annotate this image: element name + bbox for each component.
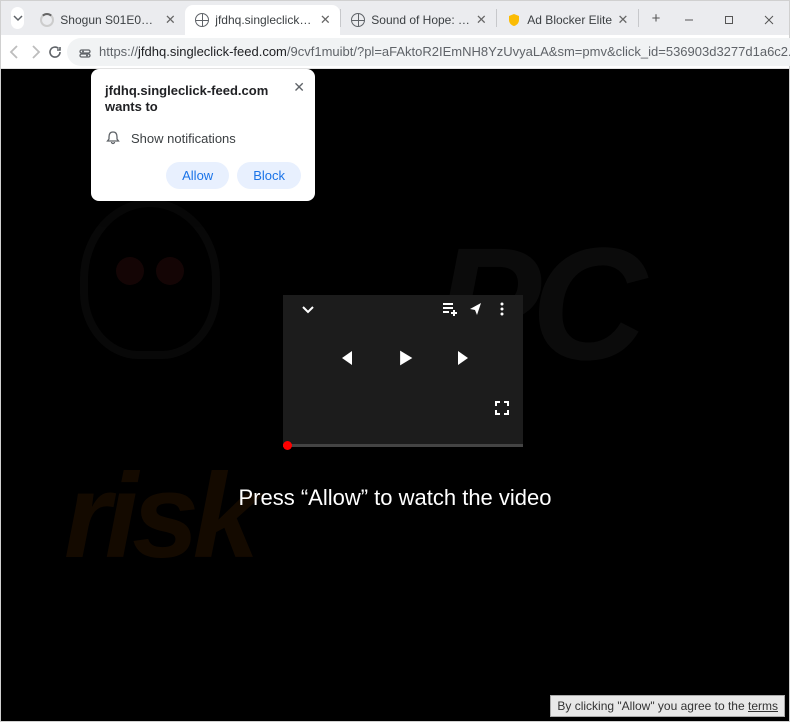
reload-button[interactable] xyxy=(47,38,63,66)
video-player xyxy=(283,295,523,445)
prompt-wants: wants to xyxy=(105,99,301,114)
address-bar[interactable]: https://jfdhq.singleclick-feed.com/9cvf1… xyxy=(67,38,790,66)
next-track-icon[interactable] xyxy=(454,347,476,369)
browser-window: Shogun S01E01.mp4 ✕ jfdhq.singleclick-fe… xyxy=(0,0,790,722)
loading-spinner-icon xyxy=(40,13,54,27)
terms-footer: By clicking "Allow" you agree to the ter… xyxy=(550,695,785,717)
tab-3[interactable]: Ad Blocker Elite ✕ xyxy=(497,5,638,35)
tab-title: jfdhq.singleclick-feed.com/ xyxy=(215,13,314,27)
permission-label: Show notifications xyxy=(131,131,236,146)
fullscreen-icon[interactable] xyxy=(491,397,513,419)
close-tab-icon[interactable]: ✕ xyxy=(318,13,332,27)
search-tabs-button[interactable] xyxy=(11,7,24,29)
play-button[interactable] xyxy=(394,347,416,369)
playlist-add-icon[interactable] xyxy=(439,298,461,320)
toolbar: https://jfdhq.singleclick-feed.com/9cvf1… xyxy=(1,35,789,69)
permission-row: Show notifications xyxy=(105,130,301,146)
globe-icon xyxy=(351,13,365,27)
tab-title: Sound of Hope: The Story xyxy=(371,13,470,27)
tab-1[interactable]: jfdhq.singleclick-feed.com/ ✕ xyxy=(185,5,340,35)
url-text: https://jfdhq.singleclick-feed.com/9cvf1… xyxy=(99,44,790,59)
back-button[interactable] xyxy=(7,38,23,66)
close-window-button[interactable] xyxy=(749,5,789,35)
more-icon[interactable] xyxy=(491,298,513,320)
prompt-buttons: Allow Block xyxy=(105,162,301,189)
instruction-text: Press “Allow” to watch the video xyxy=(1,485,789,511)
progress-handle[interactable] xyxy=(283,441,292,450)
tab-2[interactable]: Sound of Hope: The Story ✕ xyxy=(341,5,496,35)
tab-separator xyxy=(638,9,639,27)
new-tab-button[interactable]: + xyxy=(643,5,669,31)
bell-icon xyxy=(105,130,121,146)
terms-link[interactable]: terms xyxy=(748,699,778,713)
maximize-button[interactable] xyxy=(709,5,749,35)
forward-button[interactable] xyxy=(27,38,43,66)
close-tab-icon[interactable]: ✕ xyxy=(474,13,488,27)
tab-title: Shogun S01E01.mp4 xyxy=(60,13,159,27)
close-icon[interactable]: ✕ xyxy=(293,79,305,96)
previous-track-icon[interactable] xyxy=(334,347,356,369)
allow-button[interactable]: Allow xyxy=(166,162,229,189)
close-tab-icon[interactable]: ✕ xyxy=(616,13,630,27)
collapse-icon[interactable] xyxy=(297,298,319,320)
footer-text: By clicking "Allow" you agree to the xyxy=(557,699,748,713)
site-settings-icon[interactable] xyxy=(77,44,93,60)
tab-title: Ad Blocker Elite xyxy=(527,13,612,27)
tab-0[interactable]: Shogun S01E01.mp4 ✕ xyxy=(30,5,185,35)
globe-icon xyxy=(195,13,209,27)
tab-strip: Shogun S01E01.mp4 ✕ jfdhq.singleclick-fe… xyxy=(30,1,669,35)
page-content: PC risk ✕ jfdhq.singleclick-feed.com wan… xyxy=(1,69,789,721)
prompt-host: jfdhq.singleclick-feed.com xyxy=(105,83,301,98)
share-icon[interactable] xyxy=(465,298,487,320)
block-button[interactable]: Block xyxy=(237,162,301,189)
shield-icon xyxy=(507,13,521,27)
notification-permission-prompt: ✕ jfdhq.singleclick-feed.com wants to Sh… xyxy=(91,69,315,201)
minimize-button[interactable] xyxy=(669,5,709,35)
close-tab-icon[interactable]: ✕ xyxy=(163,13,177,27)
progress-bar[interactable] xyxy=(283,444,523,447)
titlebar: Shogun S01E01.mp4 ✕ jfdhq.singleclick-fe… xyxy=(1,1,789,35)
window-controls xyxy=(669,5,789,35)
